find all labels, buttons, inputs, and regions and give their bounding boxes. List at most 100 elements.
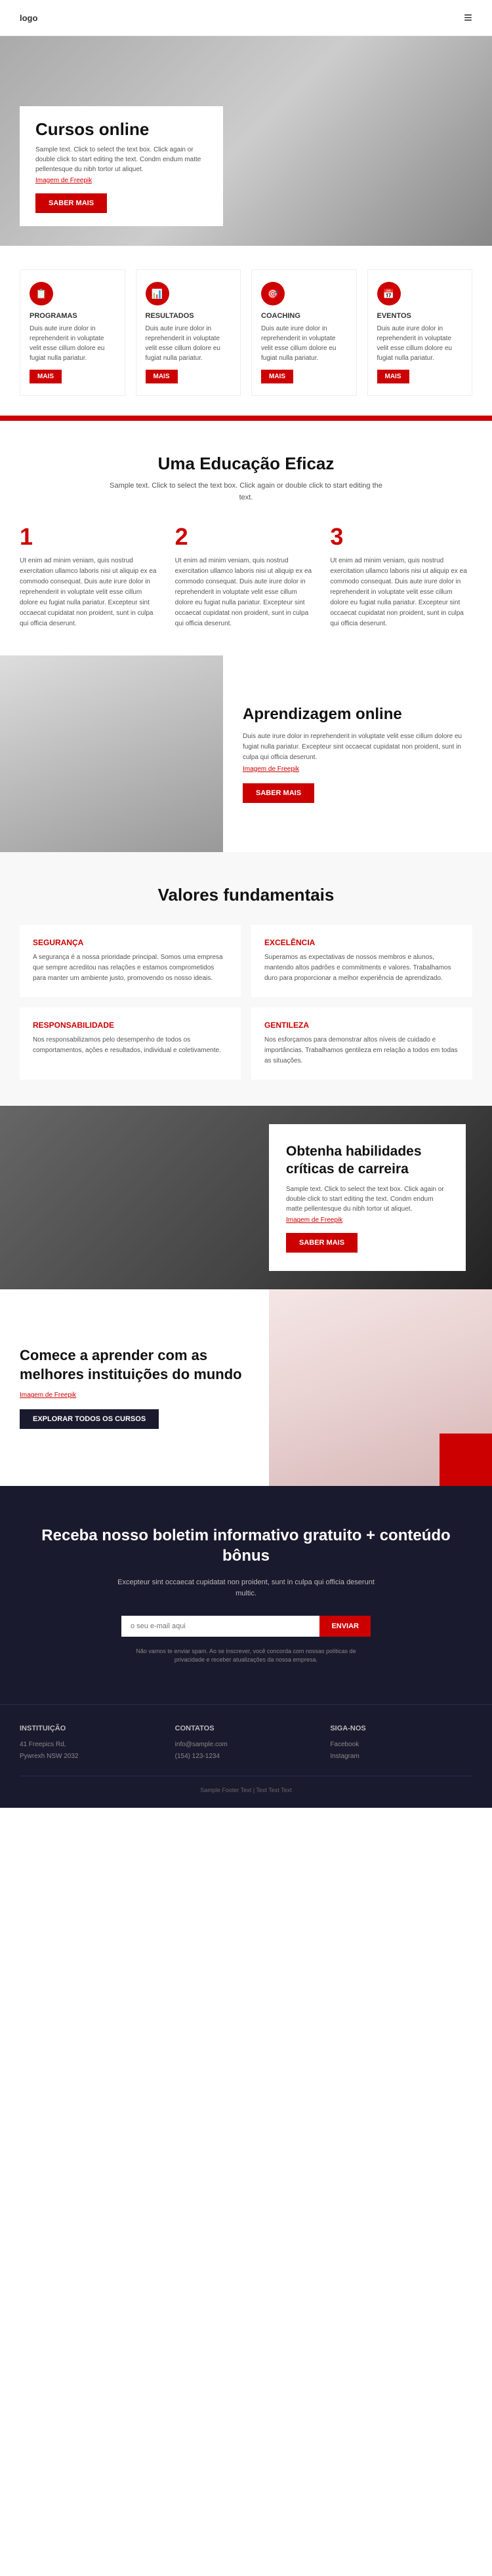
footer-col-social: Siga-nos Facebook Instagram [330, 1725, 472, 1763]
navbar: logo ≡ [0, 0, 492, 36]
card-icon-programas: 📋 [30, 282, 53, 305]
card-title-resultados: RESULTADOS [146, 312, 232, 320]
card-link-coaching[interactable]: MAIS [261, 370, 293, 383]
value-title-gentileza: GENTILEZA [264, 1021, 459, 1030]
hero-image-credit[interactable]: Imagem de Freepik [35, 177, 207, 184]
newsletter-note: Não vamos te enviar spam. Ao se inscreve… [128, 1647, 364, 1665]
start-red-accent [440, 1434, 492, 1486]
newsletter-section: Receba nosso boletim informativo gratuit… [0, 1486, 492, 1704]
card-link-eventos[interactable]: MAIS [377, 370, 409, 383]
value-title-excelencia: EXCELÊNCIA [264, 938, 459, 947]
footer-phone: (154) 123-1234 [175, 1751, 318, 1763]
values-grid: SEGURANÇA A segurança é a nossa priorida… [20, 925, 472, 1080]
online-person [0, 655, 223, 852]
values-title: Valores fundamentais [20, 885, 472, 905]
education-section: Uma Educação Eficaz Sample text. Click t… [0, 421, 492, 655]
start-image [269, 1289, 492, 1486]
footer-grid: Instituição 41 Freepics Rd, Pywrexh NSW … [20, 1725, 472, 1763]
footer-facebook[interactable]: Facebook [330, 1739, 472, 1751]
footer-address-line2: Pywrexh NSW 2032 [20, 1751, 162, 1763]
card-link-programas[interactable]: MAIS [30, 370, 62, 383]
online-text: Duis aute irure dolor in reprehenderit i… [243, 732, 472, 763]
cards-section: 📋 PROGRAMAS Duis aute irure dolor in rep… [0, 246, 492, 416]
hero-box: Cursos online Sample text. Click to sele… [20, 106, 223, 226]
card-resultados: 📊 RESULTADOS Duis aute irure dolor in re… [136, 269, 241, 396]
values-section: Valores fundamentais SEGURANÇA A seguran… [0, 852, 492, 1106]
value-excelencia: EXCELÊNCIA Superamos as expectativas de … [251, 925, 472, 997]
card-coaching: 🎯 COACHING Duis aute irure dolor in repr… [251, 269, 357, 396]
card-icon-eventos: 📅 [377, 282, 401, 305]
online-content: Aprendizagem online Duis aute irure dolo… [223, 655, 492, 852]
footer-instagram[interactable]: Instagram [330, 1751, 472, 1763]
newsletter-form: ENVIAR [121, 1616, 371, 1637]
card-link-resultados[interactable]: MAIS [146, 370, 178, 383]
online-credit[interactable]: Imagem de Freepik [243, 766, 472, 773]
value-text-gentileza: Nos esforçamos para demonstrar altos nív… [264, 1035, 459, 1066]
num-2: 2 [175, 523, 318, 551]
education-title: Uma Educação Eficaz [20, 454, 472, 474]
hero-title: Cursos online [35, 119, 207, 140]
online-title: Aprendizagem online [243, 705, 472, 724]
num-1: 1 [20, 523, 162, 551]
numbered-item-3: 3 Ut enim ad minim veniam, quis nostrud … [330, 523, 472, 629]
online-section: Aprendizagem online Duis aute irure dolo… [0, 655, 492, 852]
footer-col-title-1: Instituição [20, 1725, 162, 1732]
skills-section: Obtenha habilidades críticas de carreira… [0, 1106, 492, 1289]
value-responsabilidade: RESPONSABILIDADE Nos responsabilizamos p… [20, 1007, 241, 1080]
skills-box: Obtenha habilidades críticas de carreira… [269, 1124, 466, 1272]
num-3: 3 [330, 523, 472, 551]
start-content: Comece a aprender com as melhores instit… [0, 1289, 269, 1486]
footer-address-line1: 41 Freepics Rd, [20, 1739, 162, 1751]
footer-email[interactable]: info@sample.com [175, 1739, 318, 1751]
card-text-resultados: Duis aute irure dolor in reprehenderit i… [146, 324, 232, 363]
footer-bottom: Sample Footer Text | Text Text Text [20, 1776, 472, 1795]
start-credit[interactable]: Imagem de Freepik [20, 1392, 249, 1399]
online-btn[interactable]: SABER MAIS [243, 783, 314, 803]
card-title-eventos: EVENTOS [377, 312, 463, 320]
education-subtitle: Sample text. Click to select the text bo… [108, 480, 384, 503]
hero-btn[interactable]: SABER MAIS [35, 193, 107, 213]
card-programas: 📋 PROGRAMAS Duis aute irure dolor in rep… [20, 269, 125, 396]
card-text-eventos: Duis aute irure dolor in reprehenderit i… [377, 324, 463, 363]
newsletter-input[interactable] [121, 1616, 319, 1637]
nav-menu-icon[interactable]: ≡ [464, 9, 472, 26]
card-text-programas: Duis aute irure dolor in reprehenderit i… [30, 324, 115, 363]
newsletter-title: Receba nosso boletim informativo gratuit… [20, 1525, 472, 1566]
skills-credit[interactable]: Imagem de Freepik [286, 1217, 449, 1224]
skills-title: Obtenha habilidades críticas de carreira [286, 1142, 449, 1179]
card-icon-resultados: 📊 [146, 282, 169, 305]
card-icon-coaching: 🎯 [261, 282, 285, 305]
red-bar-1 [0, 416, 492, 421]
card-text-coaching: Duis aute irure dolor in reprehenderit i… [261, 324, 347, 363]
footer-col-title-3: Siga-nos [330, 1725, 472, 1732]
newsletter-text: Excepteur sint occaecat cupidatat non pr… [115, 1577, 377, 1600]
newsletter-submit[interactable]: ENVIAR [319, 1616, 371, 1637]
footer-col-title-2: Contatos [175, 1725, 318, 1732]
value-text-responsabilidade: Nos responsabilizamos pelo desempenho de… [33, 1035, 228, 1056]
num-text-3: Ut enim ad minim veniam, quis nostrud ex… [330, 556, 472, 629]
numbered-item-2: 2 Ut enim ad minim veniam, quis nostrud … [175, 523, 318, 629]
skills-text: Sample text. Click to select the text bo… [286, 1184, 449, 1214]
start-btn[interactable]: EXPLORAR TODOS OS CURSOS [20, 1409, 159, 1429]
footer-col-institution: Instituição 41 Freepics Rd, Pywrexh NSW … [20, 1725, 162, 1763]
skills-btn[interactable]: SABER MAIS [286, 1233, 358, 1253]
online-image [0, 655, 223, 852]
num-text-2: Ut enim ad minim veniam, quis nostrud ex… [175, 556, 318, 629]
value-seguranca: SEGURANÇA A segurança é a nossa priorida… [20, 925, 241, 997]
start-title: Comece a aprender com as melhores instit… [20, 1346, 249, 1384]
card-title-coaching: COACHING [261, 312, 347, 320]
value-title-seguranca: SEGURANÇA [33, 938, 228, 947]
nav-logo: logo [20, 13, 37, 23]
footer: Instituição 41 Freepics Rd, Pywrexh NSW … [0, 1704, 492, 1808]
card-title-programas: PROGRAMAS [30, 312, 115, 320]
num-text-1: Ut enim ad minim veniam, quis nostrud ex… [20, 556, 162, 629]
cards-row: 📋 PROGRAMAS Duis aute irure dolor in rep… [20, 269, 472, 396]
value-gentileza: GENTILEZA Nos esforçamos para demonstrar… [251, 1007, 472, 1080]
numbered-item-1: 1 Ut enim ad minim veniam, quis nostrud … [20, 523, 162, 629]
value-text-seguranca: A segurança é a nossa prioridade princip… [33, 952, 228, 984]
hero-text: Sample text. Click to select the text bo… [35, 145, 207, 174]
numbered-row: 1 Ut enim ad minim veniam, quis nostrud … [20, 523, 472, 629]
footer-col-contacts: Contatos info@sample.com (154) 123-1234 [175, 1725, 318, 1763]
value-text-excelencia: Superamos as expectativas de nossos memb… [264, 952, 459, 984]
value-title-responsabilidade: RESPONSABILIDADE [33, 1021, 228, 1030]
